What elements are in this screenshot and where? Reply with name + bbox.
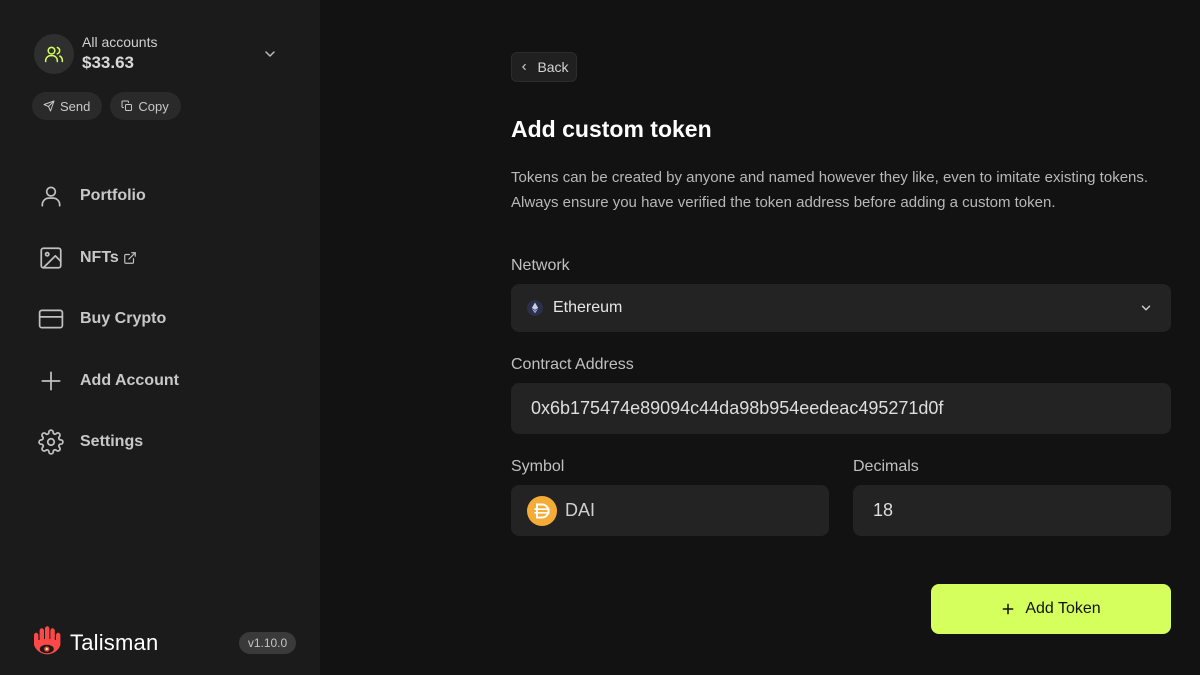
sidebar-item-settings[interactable]: Settings [38,426,179,458]
brand-name: Talisman [70,630,159,655]
copy-button[interactable]: Copy [110,92,181,120]
talisman-logo-icon [34,626,61,655]
gear-icon [38,429,64,455]
main-content: Back Add custom token Tokens can be crea… [320,0,1200,675]
send-icon [43,100,55,112]
copy-label: Copy [138,98,169,114]
network-select[interactable]: Ethereum [511,284,1171,332]
users-icon [44,46,64,63]
sidebar: All accounts $33.63 Send Copy Portfolio … [0,0,320,675]
add-token-label: Add Token [1025,600,1101,617]
plus-icon [41,370,61,391]
symbol-value: DAI [565,500,596,520]
back-button[interactable]: Back [511,52,577,82]
sidebar-item-add-account[interactable]: Add Account [38,365,179,397]
sidebar-item-portfolio[interactable]: Portfolio [38,180,179,212]
account-balance: $33.63 [82,53,134,72]
user-icon [41,186,61,207]
symbol-field[interactable]: DAI [511,485,829,536]
brand: Talisman [30,626,158,660]
network-label: Network [511,257,570,274]
symbol-label: Symbol [511,458,565,475]
accounts-avatar [34,34,74,74]
contract-address-label: Contract Address [511,356,634,373]
decimals-field [853,485,1171,536]
contract-address-field [511,383,1171,434]
account-selector[interactable]: All accounts $33.63 [34,34,286,74]
network-value: Ethereum [553,299,623,316]
image-icon [40,246,62,269]
chevron-left-icon [522,63,527,71]
external-link-icon [123,251,136,264]
page-title: Add custom token [511,116,712,142]
sidebar-nav: Portfolio NFTs Buy Crypto Add Account Se… [38,180,179,488]
back-label: Back [537,59,569,75]
contract-address-input[interactable] [531,398,1171,419]
sidebar-item-label: Settings [80,433,144,450]
send-button[interactable]: Send [32,92,103,120]
chevron-down-icon[interactable] [262,46,278,62]
sidebar-item-label: Add Account [80,371,179,389]
dai-token-icon [527,495,557,526]
sidebar-item-buy-crypto[interactable]: Buy Crypto [38,303,179,335]
decimals-label: Decimals [853,458,919,475]
credit-card-icon [38,309,64,329]
version-badge: v1.10.0 [239,632,296,654]
sidebar-item-label: NFTs [80,248,119,266]
sidebar-item-nfts[interactable]: NFTs [38,242,179,274]
page-description: Tokens can be created by anyone and name… [511,169,1149,211]
sidebar-item-label: Portfolio [80,187,146,204]
decimals-input[interactable] [873,500,1171,521]
send-label: Send [60,98,91,114]
copy-icon [121,100,133,111]
account-label: All accounts [82,34,158,50]
chevron-down-icon [1141,305,1151,311]
plus-icon [1002,603,1014,615]
sidebar-item-label: Buy Crypto [80,310,167,327]
add-token-button[interactable]: Add Token [931,584,1171,634]
ethereum-icon [527,300,543,316]
